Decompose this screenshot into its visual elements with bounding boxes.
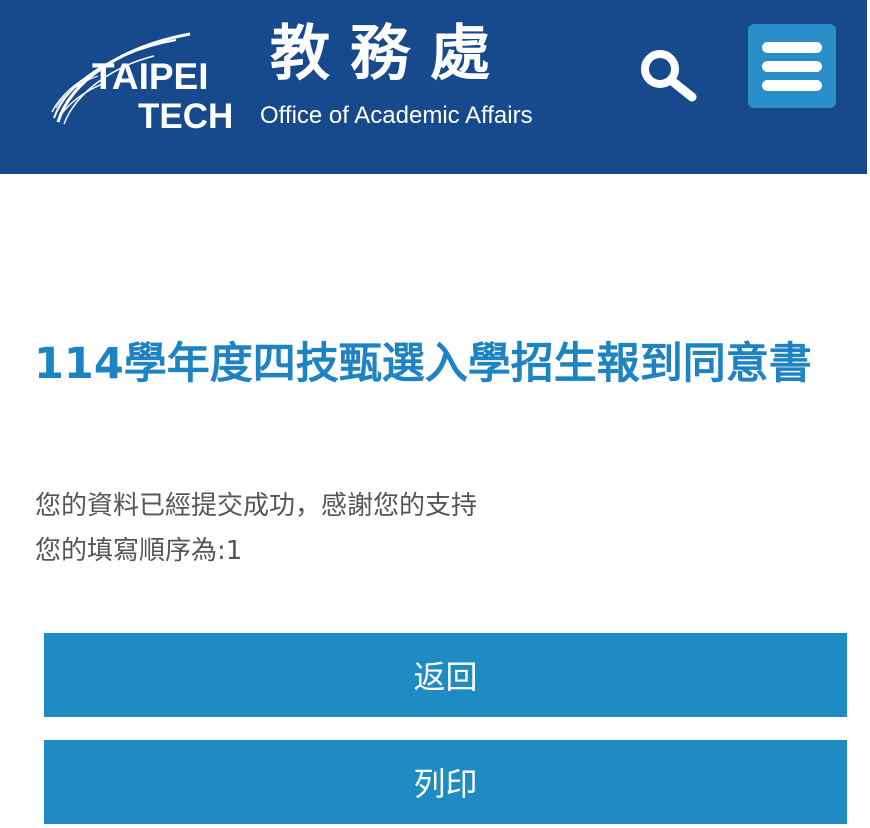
order-message: 您的填寫順序為:1 (35, 536, 243, 566)
menu-bar (762, 80, 822, 91)
logo-text-tech: TECH (138, 97, 234, 136)
menu-bar (762, 42, 822, 53)
site-header: TAIPEI TECH 教務處 Office of Academic Affai… (0, 0, 867, 174)
page-title: 114學年度四技甄選入學招生報到同意書 (34, 339, 812, 389)
success-message: 您的資料已經提交成功，感謝您的支持 (35, 491, 478, 521)
taipei-tech-logo[interactable]: TAIPEI TECH (50, 22, 234, 136)
search-button[interactable] (636, 44, 702, 104)
logo-text-taipei: TAIPEI (92, 56, 209, 97)
menu-bar (762, 61, 822, 72)
search-icon (641, 50, 697, 102)
page: TAIPEI TECH 教務處 Office of Academic Affai… (0, 0, 870, 828)
office-title-en: Office of Academic Affairs (260, 102, 533, 129)
menu-button[interactable] (748, 24, 836, 108)
print-button[interactable]: 列印 (44, 740, 847, 824)
back-button[interactable]: 返回 (44, 633, 847, 717)
office-title-zh: 教務處 (270, 19, 510, 89)
